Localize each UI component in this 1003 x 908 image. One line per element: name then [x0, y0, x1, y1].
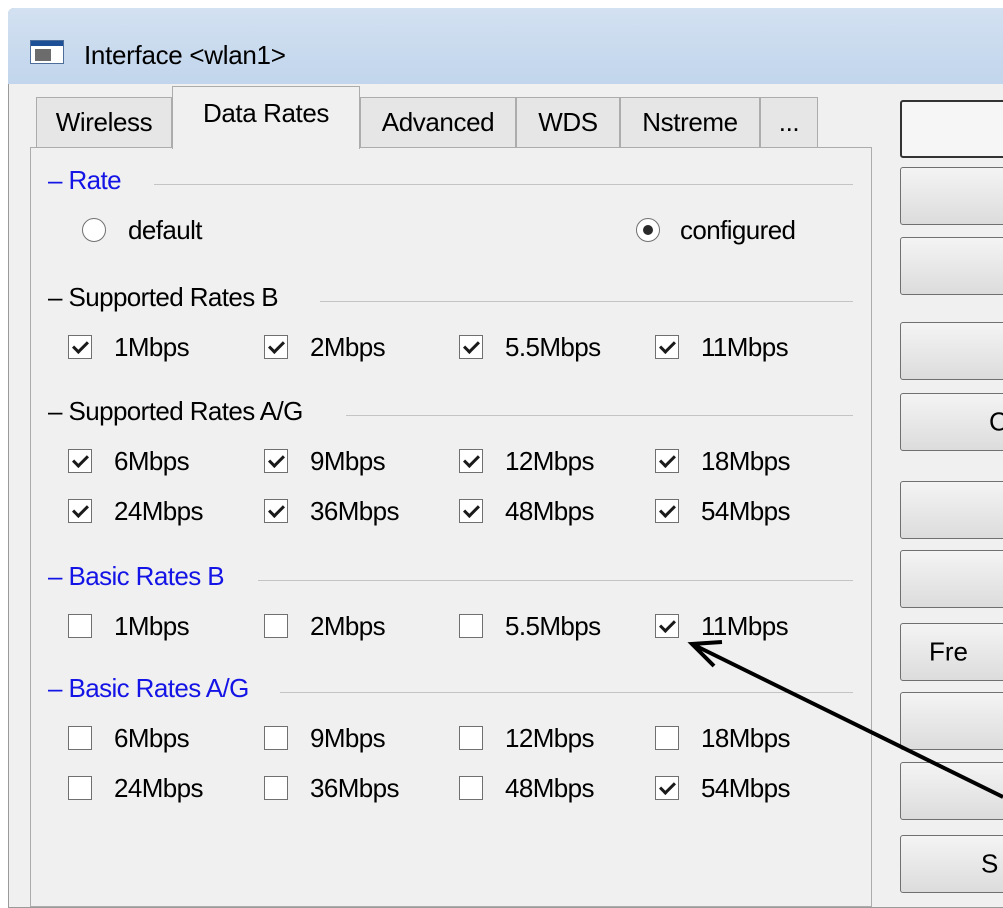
rate-checkbox-label: 1Mbps [114, 611, 190, 641]
side-button-5[interactable] [900, 481, 1003, 539]
rate-checkbox-label: 54Mbps [701, 773, 791, 803]
side-button-10[interactable]: S [900, 835, 1003, 893]
window-title: Interface <wlan1> [84, 40, 286, 70]
rate-checkbox-label: 1Mbps [114, 332, 190, 362]
side-button-8[interactable] [900, 692, 1003, 750]
rate-checkbox-label: 36Mbps [310, 773, 400, 803]
rate-checkbox[interactable] [68, 776, 92, 800]
rate-checkbox-label: 48Mbps [505, 496, 595, 526]
tab-nstreme[interactable]: Nstreme [620, 97, 760, 147]
rate-checkbox-label: 36Mbps [310, 496, 400, 526]
rate-checkbox-label: 48Mbps [505, 773, 595, 803]
window-icon [30, 40, 64, 64]
group-divider-0 [320, 301, 853, 302]
rate-checkbox-label: 9Mbps [310, 723, 386, 753]
side-button-label: C [989, 407, 1003, 438]
rate-checkbox-label: 11Mbps [701, 332, 789, 362]
rate-checkbox[interactable] [459, 726, 483, 750]
rate-group-title: – Rate [48, 165, 122, 195]
tab-advanced[interactable]: Advanced [360, 97, 516, 147]
tab-wireless[interactable]: Wireless [36, 97, 172, 147]
rate-checkbox[interactable] [264, 776, 288, 800]
tab-more[interactable]: ... [760, 97, 818, 147]
side-button-7[interactable]: Fre [900, 623, 1003, 681]
side-button-9[interactable] [900, 762, 1003, 820]
rate-checkbox[interactable] [655, 499, 679, 523]
rate-checkbox[interactable] [459, 449, 483, 473]
rate-default-radio[interactable] [82, 218, 106, 242]
rate-checkbox[interactable] [655, 335, 679, 359]
group-title-3: – Basic Rates A/G [48, 673, 249, 703]
rate-checkbox[interactable] [655, 449, 679, 473]
side-button-label: S [981, 848, 999, 879]
rate-checkbox[interactable] [68, 726, 92, 750]
rate-checkbox[interactable] [655, 776, 679, 800]
group-divider-1 [346, 415, 853, 416]
rate-checkbox[interactable] [655, 614, 679, 638]
rate-configured-label: configured [680, 215, 796, 245]
rate-checkbox-label: 11Mbps [701, 611, 789, 641]
rate-checkbox[interactable] [264, 449, 288, 473]
rate-checkbox-label: 2Mbps [310, 332, 386, 362]
group-title-0: – Supported Rates B [48, 282, 279, 312]
rate-checkbox-label: 12Mbps [505, 723, 595, 753]
side-button-label: Fre [929, 636, 968, 667]
rate-group-divider [154, 184, 853, 185]
rate-checkbox[interactable] [264, 726, 288, 750]
rate-checkbox-label: 5.5Mbps [505, 332, 601, 362]
rate-checkbox[interactable] [264, 335, 288, 359]
side-button-4[interactable]: C [900, 393, 1003, 451]
rate-checkbox[interactable] [459, 499, 483, 523]
rate-checkbox[interactable] [459, 335, 483, 359]
group-title-2: – Basic Rates B [48, 561, 225, 591]
rate-checkbox-label: 9Mbps [310, 446, 386, 476]
rate-checkbox[interactable] [459, 776, 483, 800]
side-button-6[interactable] [900, 550, 1003, 608]
rate-checkbox-label: 5.5Mbps [505, 611, 601, 641]
rate-default-label: default [128, 215, 202, 245]
rate-checkbox[interactable] [264, 614, 288, 638]
side-button-2[interactable] [900, 237, 1003, 295]
group-divider-2 [258, 580, 853, 581]
rate-checkbox-label: 18Mbps [701, 446, 791, 476]
rate-checkbox[interactable] [655, 726, 679, 750]
rate-checkbox[interactable] [68, 499, 92, 523]
rate-checkbox[interactable] [68, 614, 92, 638]
group-divider-3 [280, 692, 853, 693]
side-button-1[interactable] [900, 167, 1003, 225]
rate-checkbox-label: 54Mbps [701, 496, 791, 526]
rate-checkbox[interactable] [68, 335, 92, 359]
rate-configured-radio[interactable] [636, 218, 660, 242]
rate-checkbox-label: 24Mbps [114, 496, 204, 526]
rate-checkbox-label: 2Mbps [310, 611, 386, 641]
group-title-1: – Supported Rates A/G [48, 396, 303, 426]
rate-checkbox-label: 24Mbps [114, 773, 204, 803]
rate-checkbox-label: 18Mbps [701, 723, 791, 753]
rate-checkbox[interactable] [264, 499, 288, 523]
rate-checkbox-label: 12Mbps [505, 446, 595, 476]
rate-checkbox-label: 6Mbps [114, 446, 190, 476]
side-button-3[interactable] [900, 322, 1003, 380]
tab-wds[interactable]: WDS [516, 97, 620, 147]
rate-checkbox[interactable] [68, 449, 92, 473]
tab-data-rates[interactable]: Data Rates [172, 86, 360, 149]
rate-checkbox[interactable] [459, 614, 483, 638]
rate-checkbox-label: 6Mbps [114, 723, 190, 753]
side-button-0[interactable] [900, 100, 1003, 158]
